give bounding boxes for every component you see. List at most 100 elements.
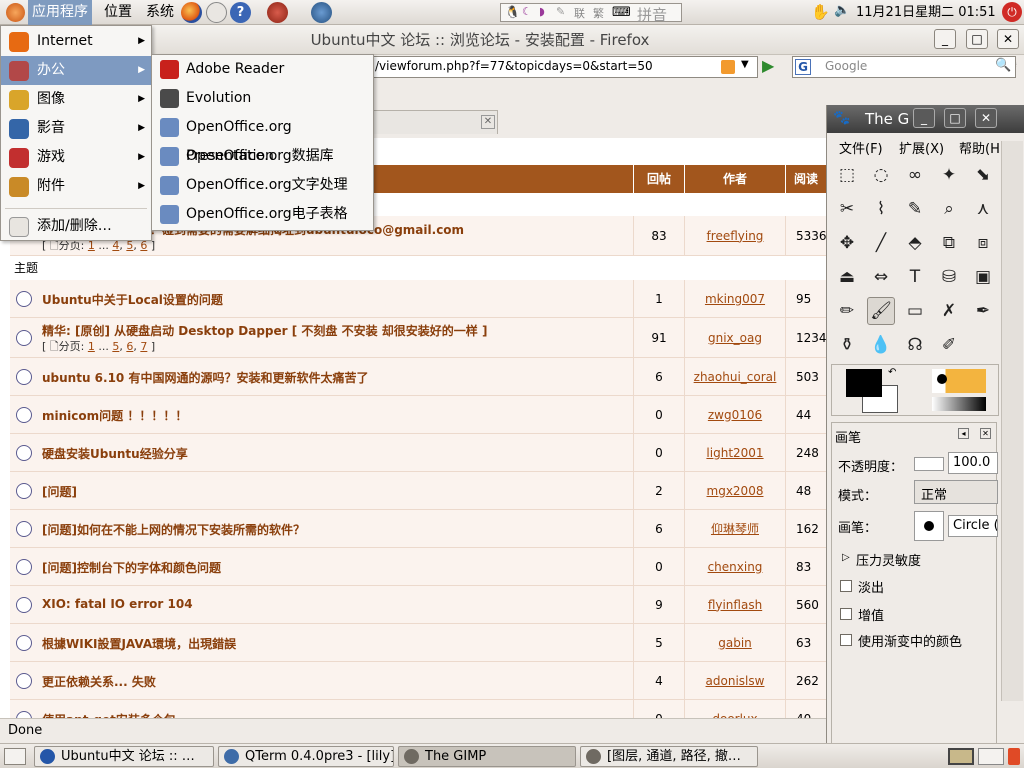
- gimp-minimize-button[interactable]: _: [913, 108, 935, 128]
- ubuntu-logo-icon[interactable]: [6, 3, 25, 22]
- go-button-icon[interactable]: ▶: [762, 56, 774, 75]
- task-qterm[interactable]: QTerm 0.4.0pre3 - [lily]: [218, 746, 394, 767]
- gimp-close-button[interactable]: ✕: [975, 108, 997, 128]
- menu-item-graphics[interactable]: 图像 ▶: [1, 85, 151, 114]
- opacity-slider[interactable]: [914, 457, 944, 471]
- paintbrush-icon[interactable]: 🖌: [867, 297, 895, 325]
- author-link[interactable]: chenxing: [684, 548, 785, 585]
- help-icon[interactable]: ?: [230, 2, 251, 23]
- places-menu[interactable]: 位置: [100, 0, 136, 25]
- flip-icon[interactable]: ⇔: [867, 263, 895, 291]
- pencil-icon[interactable]: ✏: [833, 297, 861, 325]
- submenu-item-evolution[interactable]: Evolution: [152, 84, 373, 113]
- volume-icon[interactable]: 🔈: [834, 3, 850, 18]
- input-method-tray[interactable]: 🐧 ☾ ◗ ✎ 联 繁 ⌨ 拼音: [500, 3, 682, 24]
- apple-app-icon[interactable]: [267, 2, 288, 23]
- text-icon[interactable]: T: [901, 263, 929, 291]
- author-link[interactable]: gabin: [684, 624, 785, 661]
- table-row[interactable]: 硬盘安装Ubuntu经验分享 0 light2001 248: [10, 434, 826, 472]
- color-picker-icon[interactable]: ✎: [901, 195, 929, 223]
- submenu-item-oo-presentation[interactable]: OpenOffice.org Presentation: [152, 113, 373, 164]
- rss-icon[interactable]: [721, 60, 735, 74]
- paths-icon[interactable]: ⌇: [867, 195, 895, 223]
- table-row[interactable]: 根據WIKI設置JAVA環境，出現錯誤 5 gabin 63: [10, 624, 826, 662]
- color-select-icon[interactable]: ⬊: [969, 161, 997, 189]
- brush-preview-button[interactable]: [914, 511, 944, 541]
- menu-item-internet[interactable]: Internet ▶: [1, 27, 151, 56]
- scale-icon[interactable]: ⧉: [935, 229, 963, 257]
- gradient-preview[interactable]: [932, 397, 986, 411]
- author-link[interactable]: light2001: [684, 434, 785, 471]
- submenu-item-oo-writer[interactable]: OpenOffice.org文字处理: [152, 171, 373, 200]
- topic-link[interactable]: [问题]如何在不能上网的情况下安装所需的软件？: [42, 521, 305, 538]
- pager-link[interactable]: 6: [126, 340, 133, 353]
- search-magnifier-icon[interactable]: 🔍: [995, 58, 1011, 73]
- perspective-icon[interactable]: ⏏: [833, 263, 861, 291]
- applications-menu[interactable]: 应用程序: [28, 0, 92, 25]
- firefox-launcher-icon[interactable]: [181, 2, 202, 23]
- author-link[interactable]: zhaohui_coral: [684, 358, 785, 395]
- table-row[interactable]: minicom问题 ！！！！！ 0 zwg0106 44: [10, 396, 826, 434]
- url-bar[interactable]: /viewforum.php?f=77&topicdays=0&start=50…: [372, 56, 758, 78]
- topic-link[interactable]: Ubuntu中关于Local设置的问题: [42, 291, 223, 308]
- author-link[interactable]: adonislsw: [684, 662, 785, 699]
- menu-item-office[interactable]: 办公 ▶: [1, 56, 151, 85]
- trash-icon[interactable]: [1008, 748, 1020, 765]
- brush-name-field[interactable]: Circle (: [948, 515, 998, 537]
- table-row[interactable]: 更正依赖关系... 失败 4 adonislsw 262: [10, 662, 826, 700]
- author-link[interactable]: zwg0106: [684, 396, 785, 433]
- panel-close-icon[interactable]: ✕: [980, 428, 991, 439]
- author-link[interactable]: gnix_oag: [684, 318, 785, 357]
- author-link[interactable]: freeflying: [684, 216, 785, 255]
- close-button[interactable]: ✕: [997, 29, 1019, 49]
- fade-checkbox[interactable]: [840, 580, 852, 592]
- toolbox-scrollbar[interactable]: [1001, 141, 1023, 701]
- submenu-item-adobe-reader[interactable]: Adobe Reader: [152, 55, 373, 84]
- shear-icon[interactable]: ⧈: [969, 229, 997, 257]
- rect-select-icon[interactable]: ⬚: [833, 161, 861, 189]
- submenu-item-oo-spreadsheet[interactable]: OpenOffice.org电子表格: [152, 200, 373, 229]
- fuzzy-select-icon[interactable]: ✦: [935, 161, 963, 189]
- author-link[interactable]: mking007: [684, 280, 785, 317]
- maximize-button[interactable]: □: [966, 29, 988, 49]
- author-link[interactable]: 仰琳琴师: [684, 510, 785, 547]
- swap-colors-icon[interactable]: ↶: [888, 367, 896, 378]
- url-dropdown-icon[interactable]: ▼: [741, 59, 749, 70]
- gimp-maximize-button[interactable]: □: [944, 108, 966, 128]
- search-box[interactable]: G Google 🔍: [792, 56, 1016, 78]
- table-row[interactable]: XIO: fatal IO error 104 9 flyinflash 560: [10, 586, 826, 624]
- gradient-checkbox[interactable]: [840, 634, 852, 646]
- topic-link[interactable]: [问题]控制台下的字体和颜色问题: [42, 559, 221, 576]
- panel-menu-icon[interactable]: ◂: [958, 428, 969, 439]
- topic-link[interactable]: 使用apt-get安装多个包: [42, 711, 176, 718]
- tab-close-icon[interactable]: ✕: [481, 115, 495, 129]
- task-firefox[interactable]: Ubuntu中文 论坛 :: …: [34, 746, 214, 767]
- gimp-xtns-menu[interactable]: 扩展(X): [899, 138, 944, 157]
- zoom-icon[interactable]: ⌕: [935, 195, 963, 223]
- menu-item-accessories[interactable]: 附件 ▶: [1, 172, 151, 201]
- menu-item-sound-video[interactable]: 影音 ▶: [1, 114, 151, 143]
- qterm-launcher-icon[interactable]: [311, 2, 332, 23]
- topic-link[interactable]: 精华: [原创] 从硬盘启动 Desktop Dapper [ 不刻盘 不安装 …: [42, 322, 487, 339]
- measure-icon[interactable]: ⋏: [969, 195, 997, 223]
- blend-icon[interactable]: ▣: [969, 263, 997, 291]
- gimp-help-menu[interactable]: 帮助(H: [959, 138, 1000, 157]
- table-row[interactable]: ubuntu 6.10 有中国网通的源吗？安装和更新软件太痛苦了 6 zhaohui…: [10, 358, 826, 396]
- table-row[interactable]: [问题]控制台下的字体和颜色问题 0 chenxing 83: [10, 548, 826, 586]
- blur-icon[interactable]: 💧: [867, 331, 895, 359]
- lasso-icon[interactable]: ∞: [901, 161, 929, 189]
- table-row[interactable]: [问题]如何在不能上网的情况下安装所需的软件？ 6 仰琳琴师 162: [10, 510, 826, 548]
- show-desktop-icon[interactable]: [4, 748, 26, 765]
- workspace-2[interactable]: [978, 748, 1004, 765]
- add-remove-item[interactable]: 添加/删除…: [1, 212, 151, 241]
- task-gimp[interactable]: The GIMP: [398, 746, 576, 767]
- topic-link[interactable]: 根據WIKI設置JAVA環境，出現錯誤: [42, 635, 236, 652]
- power-icon[interactable]: ⏻: [1002, 2, 1022, 22]
- topic-link[interactable]: 更正依赖关系... 失败: [42, 673, 156, 690]
- clone-icon[interactable]: ⚱: [833, 331, 861, 359]
- brush-pattern-preview[interactable]: [932, 369, 986, 393]
- author-link[interactable]: doorlux: [684, 700, 785, 718]
- system-menu[interactable]: 系统: [142, 0, 178, 25]
- ellipse-select-icon[interactable]: ◌: [867, 161, 895, 189]
- airbrush-icon[interactable]: ✗: [935, 297, 963, 325]
